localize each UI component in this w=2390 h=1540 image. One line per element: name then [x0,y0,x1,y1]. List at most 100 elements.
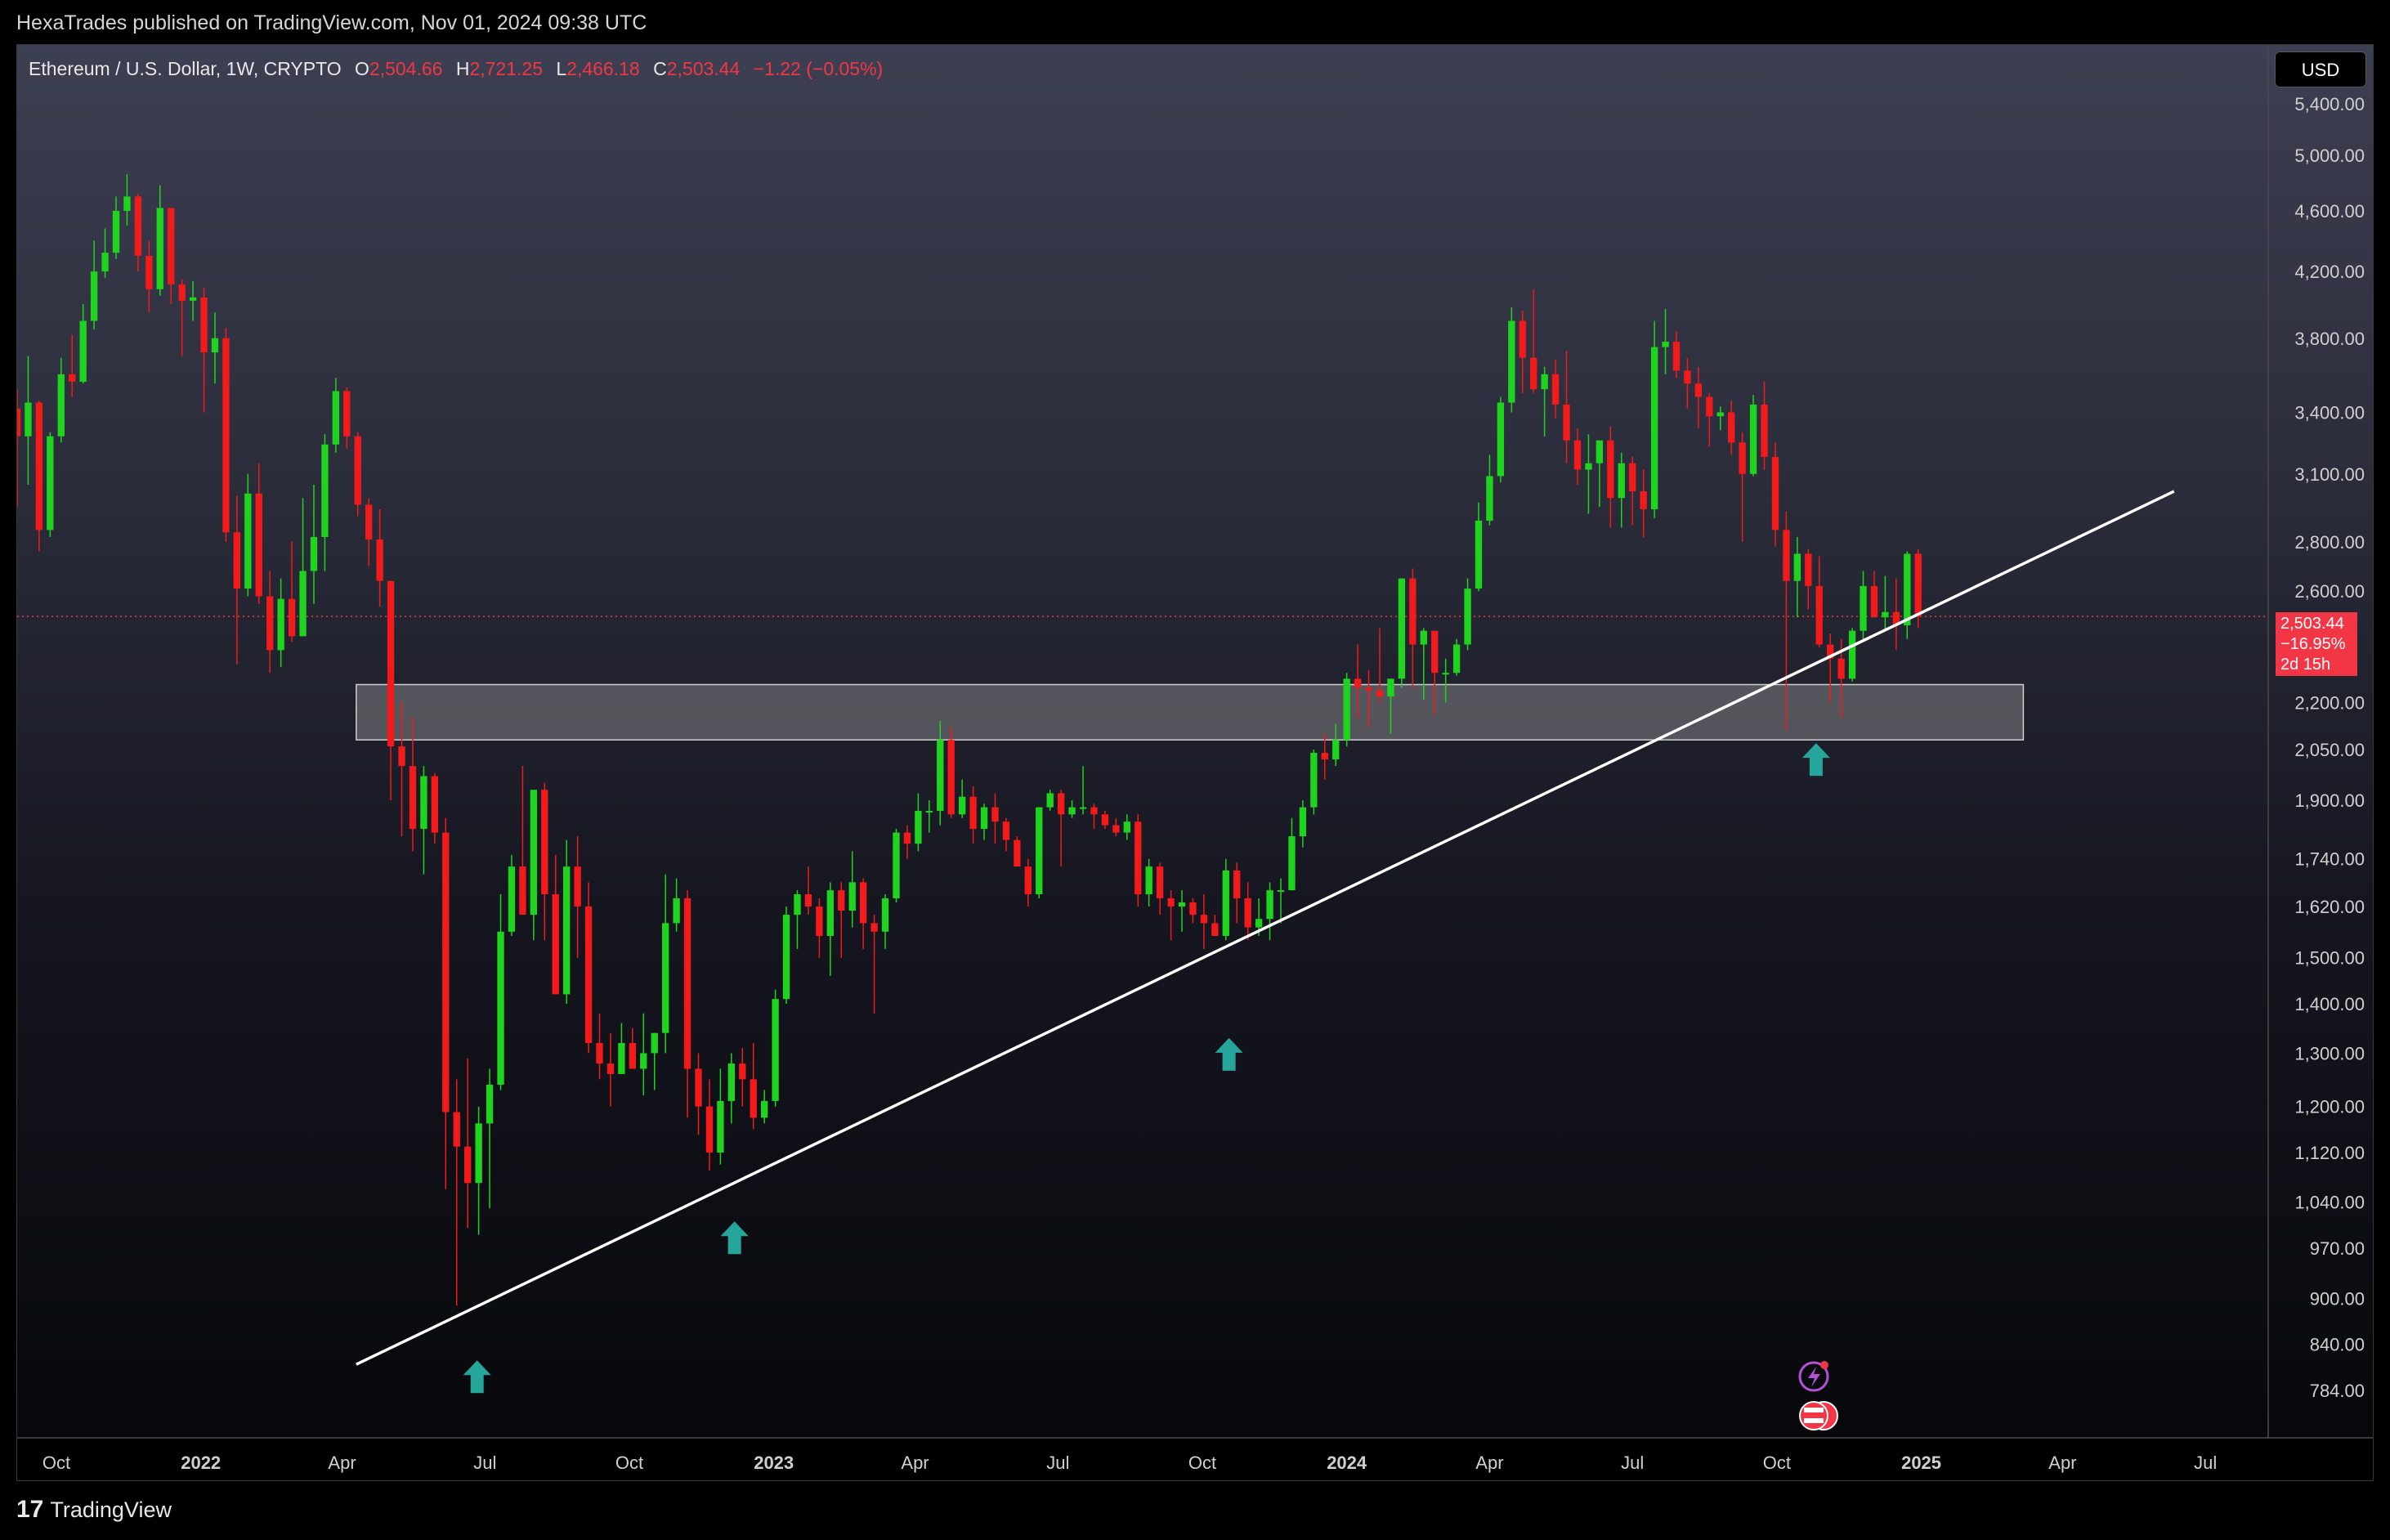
candle [1002,817,1010,852]
currency-button[interactable]: USD [2275,51,2366,87]
candle-body [673,898,680,924]
candle-body [134,196,142,256]
time-tick-label: Oct [43,1453,70,1473]
candle [596,1013,603,1080]
candle [1024,858,1032,907]
candle [266,571,274,674]
candle [893,829,900,902]
candle [1376,628,1384,703]
candle-body [25,402,32,436]
time-tick-label: 2023 [754,1453,794,1473]
high-value: 2,721.25 [469,58,543,79]
candle-body [541,790,548,895]
price-chart[interactable]: 5,400.00 5,000.00 4,600.00 4,200.00 3,800.00… [17,45,2374,1481]
candle [947,727,955,818]
candle [563,839,571,1004]
chart-area[interactable]: 5,400.00 5,000.00 4,600.00 4,200.00 3,800.00… [16,44,2374,1481]
time-tick-label: Jul [1046,1453,1069,1473]
candle [1585,434,1592,514]
candle [1014,836,1021,867]
candle [25,356,32,486]
candle-body [288,598,296,637]
candle [222,327,230,542]
candle [1728,401,1735,455]
candle-body [1519,320,1526,358]
candle [760,1090,768,1124]
candle-body [1452,644,1461,674]
candle [1068,799,1076,818]
candle-body [937,740,944,811]
candle [332,378,340,453]
candle-body [1585,463,1592,470]
candle-body [1288,836,1296,891]
symbol-legend[interactable]: Ethereum / U.S. Dollar, 1W, CRYPTO O2,50… [29,58,883,80]
candle [57,357,65,443]
candle [1793,536,1801,618]
tradingview-logo[interactable]: 17 TradingView [16,1496,172,1524]
time-tick-label: Apr [1475,1453,1503,1473]
candle-body [1650,347,1658,509]
candle-body [563,866,571,995]
candle-body [508,866,516,932]
candle [1848,628,1856,682]
candle [1266,882,1273,941]
candle [178,279,186,356]
candle [1222,858,1229,941]
candle-body [1398,578,1406,679]
candle-body [1299,807,1307,837]
candle-body [1475,520,1483,589]
candle [739,1048,746,1107]
candle-body [552,894,559,995]
candle [1882,575,1889,631]
candle [387,580,395,800]
candle [244,473,252,597]
candle [1310,750,1318,815]
up-arrow-icon [1215,1037,1243,1071]
candle [1464,578,1471,651]
candle-body [618,1042,625,1074]
candle-body [1376,690,1384,697]
candle-body [640,1053,647,1069]
candle-body [782,915,790,1000]
candle-body [1629,463,1636,492]
candle [200,287,208,413]
candle-body [343,391,351,436]
candle-body [1563,404,1570,441]
price-tick-label: 1,740.00 [2294,849,2365,870]
tradingview-logo-icon: 17 [16,1496,44,1523]
candle [1167,890,1175,941]
time-tick-label: Apr [901,1453,929,1473]
candle-body [1530,357,1537,390]
candle [376,508,383,607]
candle-body [1848,630,1856,679]
close-label: C [653,58,667,79]
candle-body [69,374,76,382]
candle [1036,807,1043,898]
candle-body [1354,678,1362,688]
candle-body [1694,383,1703,397]
price-tick-label: 1,500.00 [2294,948,2365,969]
price-tick-label: 1,120.00 [2294,1143,2365,1163]
candle-body [838,890,845,911]
candle [606,1032,615,1107]
candle [1244,882,1251,941]
candle-body [1541,374,1548,390]
candle [1640,469,1647,537]
lightning-bolt-icon [1808,1367,1820,1387]
price-tick-label: 784.00 [2310,1381,2365,1401]
support-zone [356,683,2025,741]
candle-body [1442,673,1449,675]
candle [1299,799,1307,848]
candle [354,432,361,517]
candle-body [1761,404,1768,458]
candle-body [244,493,252,589]
time-tick-label: Oct [1188,1453,1216,1473]
candle [156,185,163,296]
up-arrow-icon [463,1360,491,1394]
candle-body [881,898,889,932]
candle [1178,890,1186,932]
candle [145,240,153,313]
price-tick-label: 4,600.00 [2294,201,2365,222]
candle [47,432,54,537]
flag-stripe [1804,1408,1824,1412]
